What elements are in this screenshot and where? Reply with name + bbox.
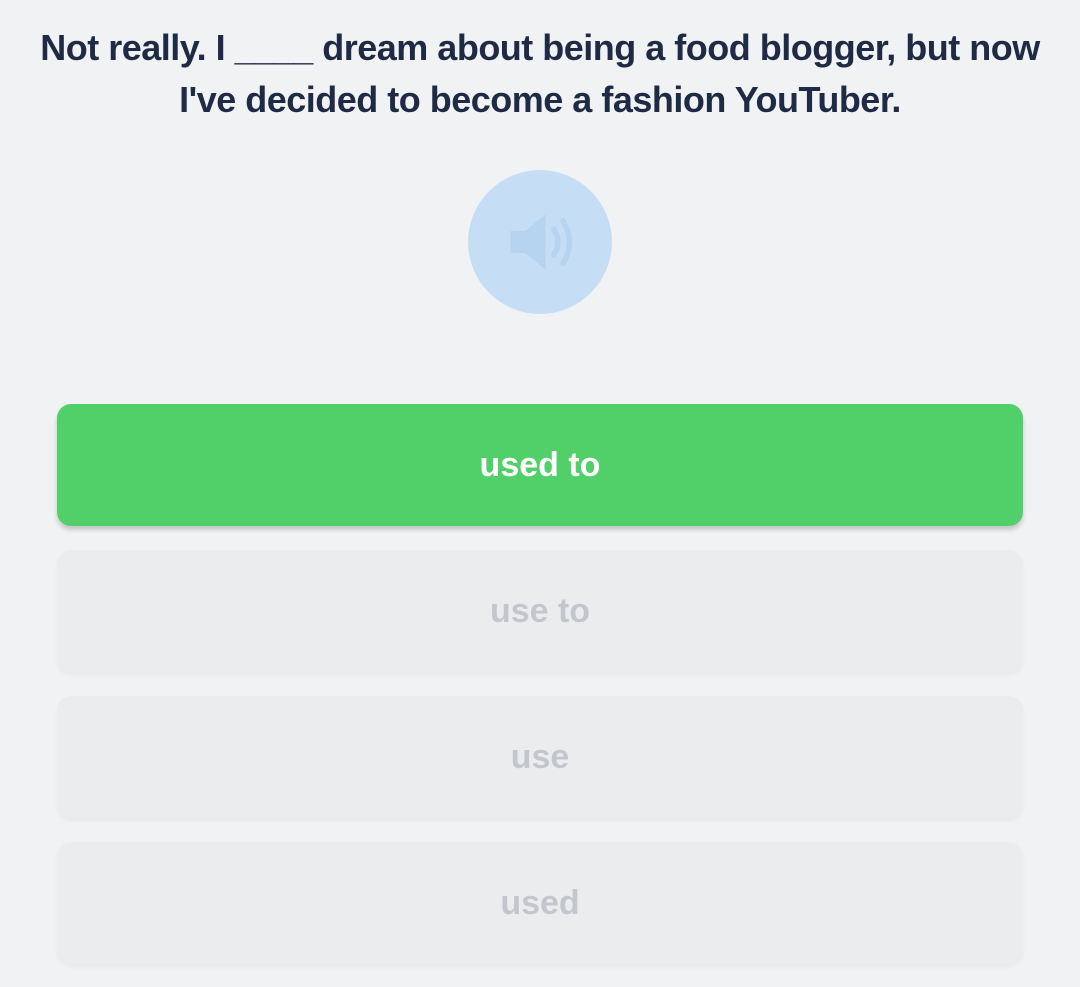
play-audio-button[interactable] (468, 170, 612, 314)
answer-option-use-to[interactable]: use to (57, 550, 1023, 672)
answer-option-used-to[interactable]: used to (57, 404, 1023, 526)
answer-option-used[interactable]: used (57, 842, 1023, 964)
answer-option-use[interactable]: use (57, 696, 1023, 818)
speaker-icon (510, 214, 573, 270)
question-text: Not really. I ____ dream about being a f… (40, 27, 1040, 120)
